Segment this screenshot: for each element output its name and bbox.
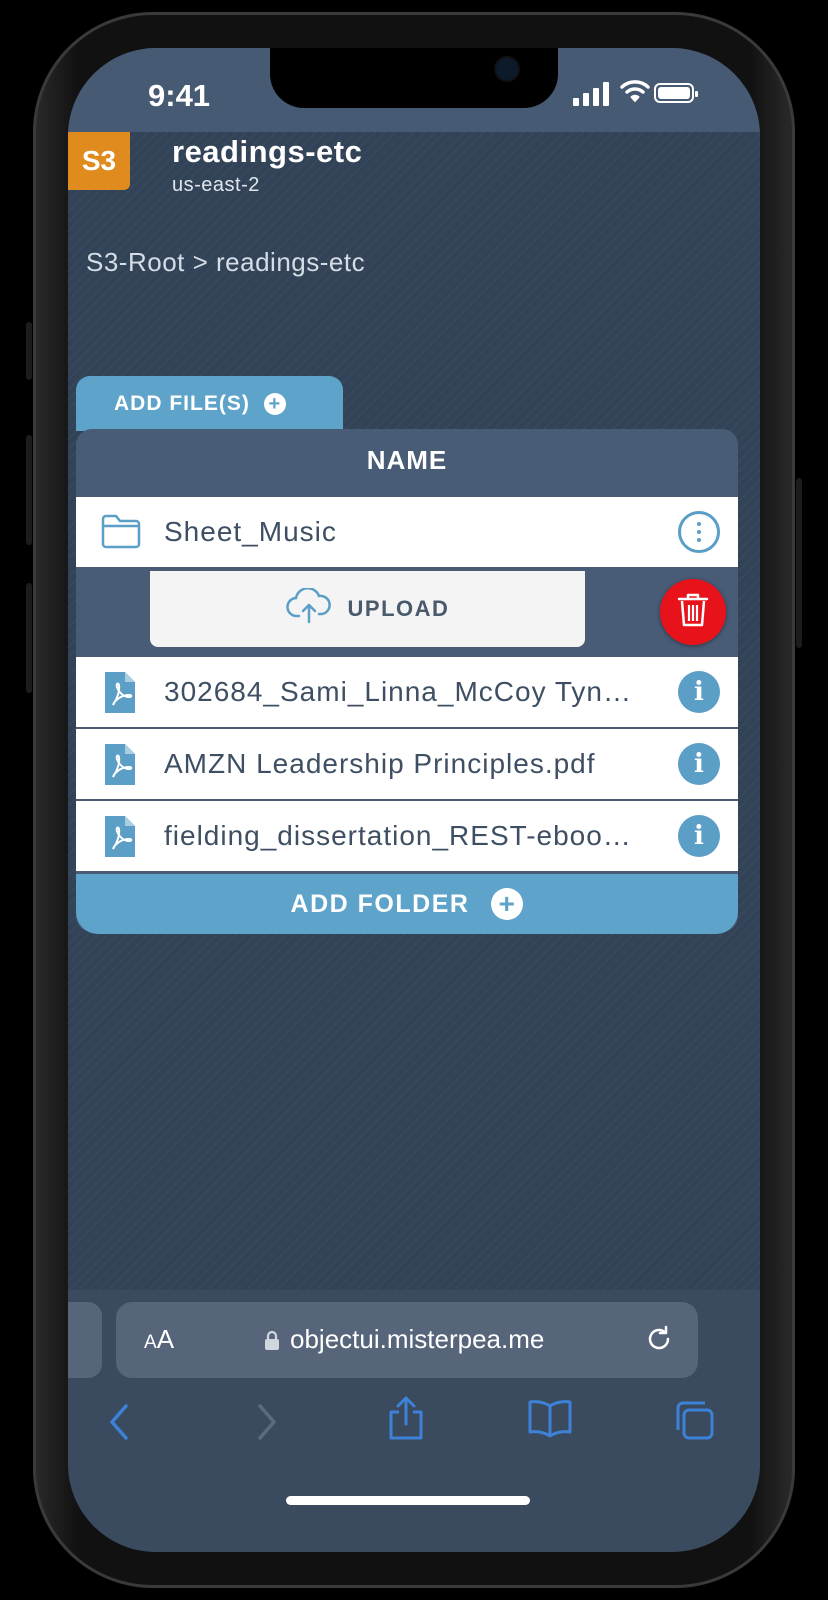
screen: 9:41 S3 readings-etc us-east-2 S3-Root >… bbox=[68, 48, 760, 1552]
forward-icon[interactable] bbox=[252, 1402, 280, 1447]
bookmarks-icon[interactable] bbox=[526, 1398, 574, 1443]
text-size-button[interactable]: AA bbox=[144, 1324, 174, 1355]
cellular-signal-icon bbox=[573, 82, 611, 106]
file-name: 302684_Sami_Linna_McCoy Tyn… bbox=[164, 676, 632, 707]
add-files-label: ADD FILE(S) bbox=[114, 391, 250, 415]
camera bbox=[496, 58, 518, 80]
s3-badge[interactable]: S3 bbox=[68, 132, 130, 190]
pdf-file-icon bbox=[100, 671, 140, 720]
home-indicator[interactable] bbox=[286, 1496, 530, 1505]
bucket-title: readings-etc bbox=[172, 134, 363, 169]
folder-name: Sheet_Music bbox=[164, 516, 337, 547]
column-header-name[interactable]: NAME bbox=[76, 429, 738, 491]
tabs-icon[interactable] bbox=[672, 1398, 716, 1447]
lock-icon bbox=[264, 1330, 280, 1356]
battery-icon bbox=[654, 83, 698, 103]
pdf-file-icon bbox=[100, 815, 140, 864]
file-row[interactable]: fielding_dissertation_REST-eboo… i bbox=[76, 801, 738, 871]
more-vertical-icon[interactable] bbox=[678, 511, 720, 553]
plus-circle-icon: + bbox=[263, 392, 286, 415]
add-folder-label: ADD FOLDER bbox=[290, 889, 470, 918]
folder-row[interactable]: Sheet_Music bbox=[76, 497, 738, 567]
volume-up-button bbox=[26, 435, 32, 545]
previous-tab-peek[interactable] bbox=[68, 1302, 102, 1378]
file-name: AMZN Leadership Principles.pdf bbox=[164, 748, 596, 779]
mute-switch bbox=[26, 322, 32, 380]
web-content: S3 readings-etc us-east-2 S3-Root > read… bbox=[68, 132, 760, 1290]
notch bbox=[270, 48, 558, 108]
url-text: objectui.misterpea.me bbox=[290, 1324, 545, 1354]
info-icon[interactable]: i bbox=[678, 815, 720, 857]
file-row[interactable]: 302684_Sami_Linna_McCoy Tyn… i bbox=[76, 657, 738, 727]
add-folder-button[interactable]: ADD FOLDER + bbox=[76, 874, 738, 934]
volume-down-button bbox=[26, 583, 32, 693]
reload-icon[interactable] bbox=[644, 1324, 674, 1359]
wifi-icon bbox=[620, 78, 650, 109]
delete-button[interactable] bbox=[660, 579, 726, 645]
upload-button[interactable]: UPLOAD bbox=[150, 571, 585, 647]
cloud-upload-icon bbox=[285, 587, 332, 630]
info-icon[interactable]: i bbox=[678, 671, 720, 713]
status-time: 9:41 bbox=[148, 78, 211, 113]
upload-label: UPLOAD bbox=[347, 596, 450, 621]
info-icon[interactable]: i bbox=[678, 743, 720, 785]
power-button bbox=[796, 478, 802, 648]
bucket-region: us-east-2 bbox=[172, 174, 260, 196]
breadcrumb[interactable]: S3-Root > readings-etc bbox=[86, 247, 365, 278]
file-table: NAME Sheet_Music UPLOAD 302684_Sami_Linn… bbox=[76, 429, 738, 932]
add-files-button[interactable]: ADD FILE(S) + bbox=[76, 376, 343, 431]
address-bar[interactable]: AA objectui.misterpea.me bbox=[116, 1302, 698, 1378]
trash-icon bbox=[676, 591, 710, 634]
back-icon[interactable] bbox=[106, 1402, 134, 1447]
plus-circle-icon: + bbox=[491, 888, 524, 920]
file-row[interactable]: AMZN Leadership Principles.pdf i bbox=[76, 729, 738, 799]
file-name: fielding_dissertation_REST-eboo… bbox=[164, 820, 632, 851]
pdf-file-icon bbox=[100, 743, 140, 792]
share-icon[interactable] bbox=[386, 1394, 426, 1447]
browser-toolbar: AA objectui.misterpea.me bbox=[68, 1290, 760, 1552]
status-bar: 9:41 bbox=[68, 48, 760, 132]
folder-icon bbox=[100, 511, 142, 556]
